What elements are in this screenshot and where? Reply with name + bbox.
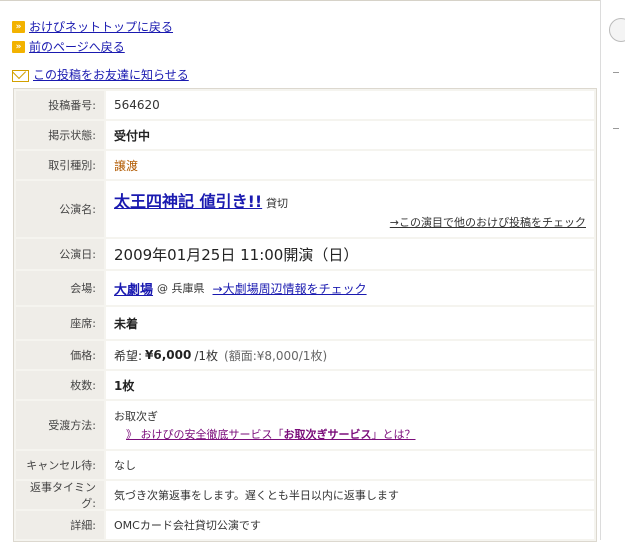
- label: 投稿番号:: [16, 91, 104, 119]
- price-cell: 希望: ¥6,000 /1枚 (額面:¥8,000/1枚): [106, 341, 594, 369]
- nav-back: » 前のページへ戻る: [12, 38, 125, 55]
- service-prefix: 》 おけぴの安全徹底サービス「: [126, 428, 284, 441]
- row-date: 公演日: 2009年01月25日 11:00開演（日）: [16, 239, 594, 269]
- row-trade-type: 取引種別: 譲渡: [16, 151, 594, 179]
- double-arrow-icon: »: [12, 20, 25, 33]
- row-cancel: キャンセル待: なし: [16, 451, 594, 479]
- price-prefix: 希望:: [114, 348, 143, 363]
- show-cell: 太王四神記 値引き!! 貸切 →この演目で他のおけぴ投稿をチェック: [106, 181, 594, 237]
- label: 枚数:: [16, 371, 104, 399]
- row-seat: 座席: 未着: [16, 307, 594, 339]
- service-link[interactable]: 》 おけぴの安全徹底サービス「お取次ぎサービス」とは？: [126, 426, 416, 442]
- label: 公演名:: [16, 181, 104, 237]
- row-post-no: 投稿番号: 564620: [16, 91, 594, 119]
- show-title-link[interactable]: 太王四神記 値引き!!: [114, 192, 262, 211]
- row-price: 価格: 希望: ¥6,000 /1枚 (額面:¥8,000/1枚): [16, 341, 594, 369]
- status-value: 受付中: [106, 121, 594, 149]
- label: 座席:: [16, 307, 104, 339]
- nav-top: » おけぴネットトップに戻る: [12, 18, 173, 35]
- side-panel-knob[interactable]: [609, 18, 625, 42]
- envelope-icon: [12, 69, 29, 82]
- label: 掲示状態:: [16, 121, 104, 149]
- face-value: (額面:¥8,000/1枚): [224, 348, 328, 363]
- show-check-link[interactable]: →この演目で他のおけぴ投稿をチェック: [390, 216, 586, 229]
- side-panel: [600, 0, 625, 540]
- label: 価格:: [16, 341, 104, 369]
- top-border: [0, 0, 600, 1]
- row-show: 公演名: 太王四神記 値引き!! 貸切 →この演目で他のおけぴ投稿をチェック: [16, 181, 594, 237]
- row-count: 枚数: 1枚: [16, 371, 594, 399]
- label: 詳細:: [16, 511, 104, 539]
- top-page-link[interactable]: おけぴネットトップに戻る: [29, 20, 173, 34]
- venue-region: @ 兵庫県: [157, 282, 205, 295]
- share-link[interactable]: この投稿をお友達に知らせる: [33, 68, 189, 82]
- service-name: お取次ぎサービス: [283, 428, 372, 441]
- price-unit: /1枚: [194, 348, 219, 363]
- delivery-cell: お取次ぎ 》 おけぴの安全徹底サービス「お取次ぎサービス」とは？: [106, 401, 594, 449]
- cancel-value: なし: [106, 451, 594, 479]
- trade-type-value: 譲渡: [106, 151, 594, 179]
- label: キャンセル待:: [16, 451, 104, 479]
- show-note: 貸切: [266, 197, 288, 210]
- venue-cell: 大劇場 @ 兵庫県 →大劇場周辺情報をチェック: [106, 271, 594, 305]
- row-detail: 詳細: OMCカード会社貸切公演です: [16, 511, 594, 539]
- double-arrow-icon: »: [12, 40, 25, 53]
- row-reply: 返事タイミング: 気づき次第返事をします。遅くとも半日以内に返事します: [16, 481, 594, 510]
- row-delivery: 受渡方法: お取次ぎ 》 おけぴの安全徹底サービス「お取次ぎサービス」とは？: [16, 401, 594, 449]
- post-detail-table: 投稿番号: 564620 掲示状態: 受付中 取引種別: 譲渡 公演名: 太王四…: [13, 88, 597, 542]
- label: 返事タイミング:: [16, 481, 104, 510]
- reply-value: 気づき次第返事をします。遅くとも半日以内に返事します: [106, 481, 594, 509]
- back-page-link[interactable]: 前のページへ戻る: [29, 40, 125, 54]
- side-tick: [613, 72, 619, 73]
- side-tick: [613, 128, 619, 129]
- venue-link[interactable]: 大劇場: [114, 279, 153, 298]
- row-venue: 会場: 大劇場 @ 兵庫県 →大劇場周辺情報をチェック: [16, 271, 594, 305]
- label: 会場:: [16, 271, 104, 305]
- label: 公演日:: [16, 239, 104, 269]
- share-row: この投稿をお友達に知らせる: [12, 66, 189, 83]
- service-suffix: 」とは？: [371, 428, 416, 441]
- seat-value: 未着: [106, 307, 594, 339]
- label: 受渡方法:: [16, 401, 104, 449]
- detail-value: OMCカード会社貸切公演です: [106, 511, 594, 539]
- delivery-value: お取次ぎ: [114, 410, 158, 423]
- date-value: 2009年01月25日 11:00開演（日）: [106, 239, 594, 269]
- post-number: 564620: [106, 91, 594, 119]
- row-status: 掲示状態: 受付中: [16, 121, 594, 149]
- count-value: 1枚: [106, 371, 594, 399]
- price-amount: ¥6,000: [145, 348, 192, 362]
- label: 取引種別:: [16, 151, 104, 179]
- venue-info-link[interactable]: →大劇場周辺情報をチェック: [213, 280, 367, 297]
